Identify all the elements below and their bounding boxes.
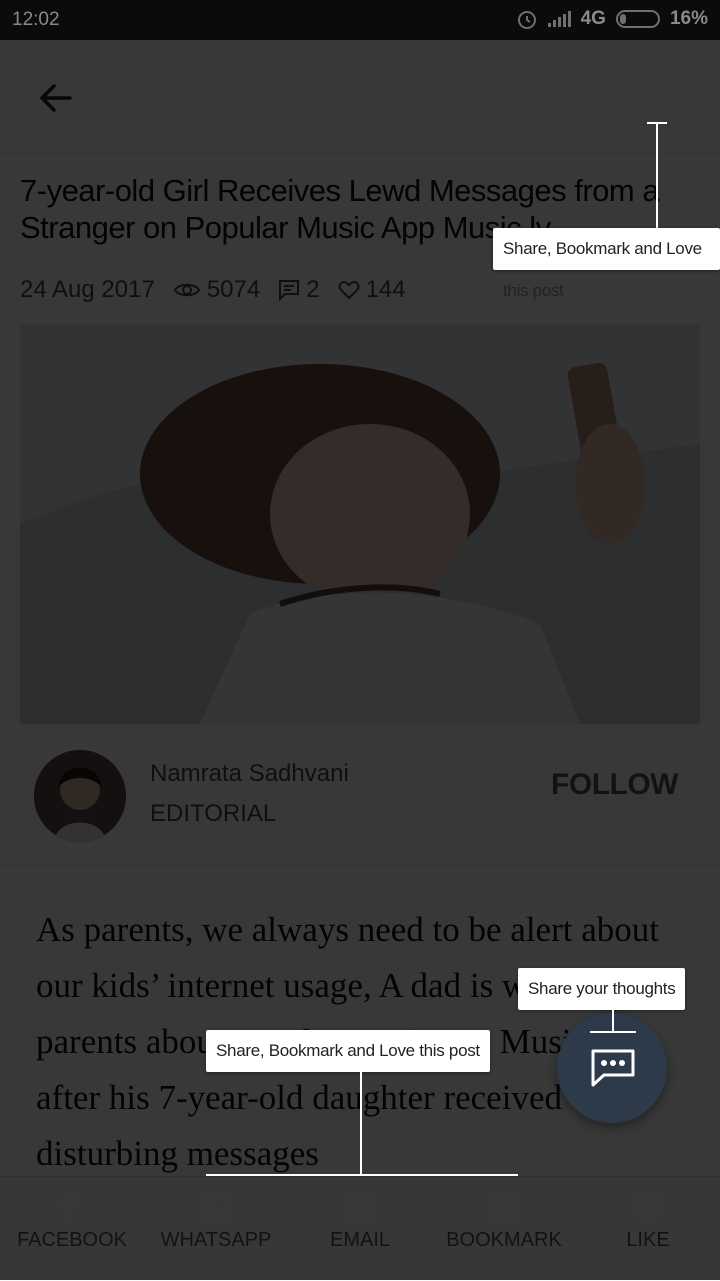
article-date: 24 Aug 2017 [20, 276, 155, 303]
views-value: 5074 [206, 276, 261, 303]
tab-label: LIKE [626, 1229, 670, 1251]
app-bar [0, 40, 720, 153]
bookmark-icon [494, 1192, 514, 1222]
article-meta: 24 Aug 2017 5074 2 144 [20, 276, 406, 304]
email-icon [345, 1196, 375, 1219]
whatsapp-icon [201, 1192, 230, 1222]
tooltip-connector [590, 1031, 636, 1033]
author-name[interactable]: Namrata Sadhvani [150, 760, 349, 788]
bottom-action-bar: FACEBOOK WHATSAPP EMAIL BOOKMARK LIKE [0, 1176, 720, 1281]
comments-value: 2 [306, 276, 320, 303]
eye-icon [173, 283, 200, 297]
follow-button[interactable]: FOLLOW [551, 768, 678, 802]
status-time: 12:02 [12, 9, 60, 30]
tooltip-connector [656, 122, 658, 228]
tooltip-connector [612, 1008, 614, 1032]
facebook-share-button[interactable]: FACEBOOK [0, 1177, 144, 1281]
status-bar: 12:02 4G 16% [0, 0, 720, 40]
tab-label: FACEBOOK [16, 1229, 128, 1251]
comments-count: 2 [278, 276, 320, 304]
network-type: 4G [580, 8, 606, 29]
alarm-icon [517, 11, 536, 29]
comment-icon [279, 280, 300, 301]
status-icons: 4G 16% [516, 8, 708, 30]
likes-count: 144 [338, 276, 406, 304]
tooltip-connector [206, 1174, 518, 1176]
like-button[interactable]: LIKE [576, 1177, 720, 1281]
play-icon[interactable] [646, 76, 682, 116]
heart-icon [633, 1194, 663, 1221]
email-share-button[interactable]: EMAIL [288, 1177, 432, 1281]
article-hero-image [20, 324, 700, 724]
tab-label: WHATSAPP [160, 1229, 272, 1251]
tab-label: BOOKMARK [446, 1229, 562, 1251]
bookmark-button[interactable]: BOOKMARK [432, 1177, 576, 1281]
heart-outline-icon [338, 280, 359, 300]
views-count: 5074 [173, 276, 260, 304]
tooltip-share-bookmark-top: Share, Bookmark and Love this post [493, 228, 720, 300]
battery-icon [615, 10, 660, 28]
battery-percent: 16% [669, 8, 708, 29]
tooltip-connector [360, 1072, 362, 1176]
tooltip-share-bookmark-bottom: Share, Bookmark and Love this post [206, 1030, 490, 1072]
signal-icon [547, 11, 571, 27]
author-role: EDITORIAL [150, 800, 277, 827]
facebook-icon [63, 1194, 78, 1220]
tab-label: EMAIL [329, 1229, 391, 1251]
hero-photo [20, 324, 700, 724]
likes-value: 144 [365, 276, 406, 303]
whatsapp-share-button[interactable]: WHATSAPP [144, 1177, 288, 1281]
back-arrow-icon[interactable] [36, 78, 76, 118]
tooltip-share-thoughts: Share your thoughts [518, 968, 686, 1010]
author-card: Namrata Sadhvani EDITORIAL FOLLOW [0, 724, 720, 865]
author-avatar[interactable] [34, 750, 126, 842]
